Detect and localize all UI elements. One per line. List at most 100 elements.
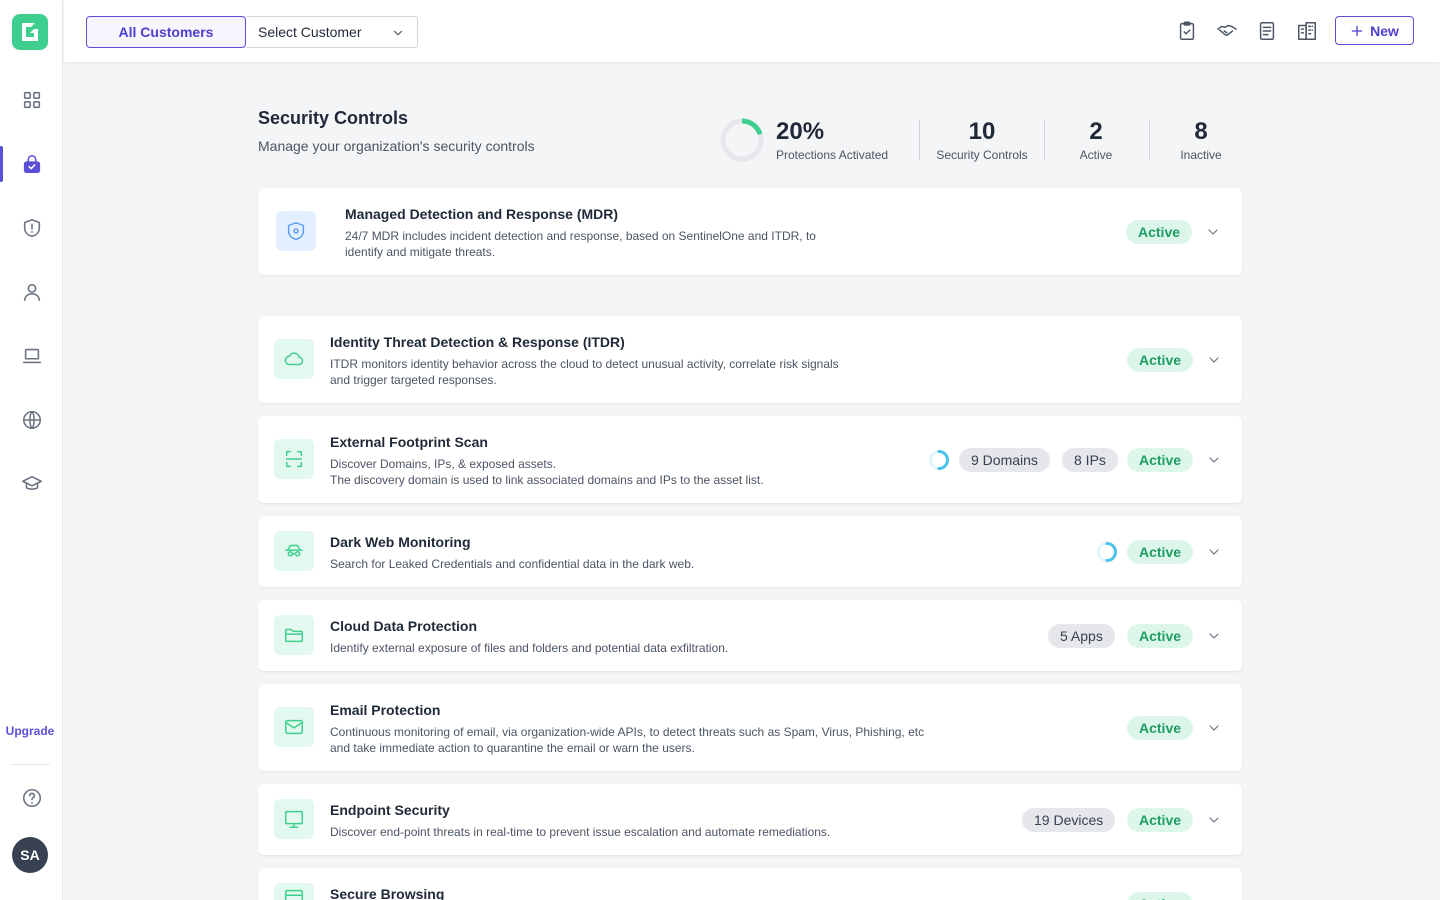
user-icon: [23, 283, 40, 302]
globe-icon: [22, 410, 41, 430]
control-title: External Footprint Scan: [330, 434, 488, 450]
chevron-down-icon: [1208, 229, 1218, 235]
stat-inactive-value: 8: [1194, 118, 1208, 145]
help-button[interactable]: [0, 776, 63, 820]
expand-button[interactable]: [1203, 625, 1225, 647]
expand-button[interactable]: [1203, 809, 1225, 831]
control-card-secure-browsing[interactable]: Secure Browsing Active: [258, 868, 1242, 900]
chevron-down-icon: [1209, 633, 1219, 639]
expand-button[interactable]: [1203, 449, 1225, 471]
page-title: Security Controls: [258, 108, 409, 128]
sidebar-item-dashboard[interactable]: [0, 78, 63, 122]
stat-controls-value: 10: [968, 118, 996, 145]
control-title: Endpoint Security: [330, 802, 450, 818]
chevron-down-icon: [1209, 549, 1219, 555]
domains-chip[interactable]: 9 Domains: [959, 448, 1050, 472]
stat-divider: [1149, 120, 1150, 160]
status-badge: Active: [1127, 348, 1194, 372]
select-customer-label: Select Customer: [258, 24, 362, 40]
grid-icon: [23, 91, 40, 109]
plus-icon: [1351, 25, 1363, 36]
new-button-label: New: [1370, 22, 1399, 39]
stat-inactive: 8 Inactive: [1165, 118, 1237, 162]
document-icon: [1259, 22, 1275, 40]
apps-chip[interactable]: 5 Apps: [1048, 624, 1115, 648]
chevron-down-icon: [393, 30, 403, 36]
control-description: identify and mitigate threats.: [345, 245, 496, 259]
control-card-dark-web[interactable]: Dark Web Monitoring Search for Leaked Cr…: [258, 516, 1242, 587]
control-description: Continuous monitoring of email, via orga…: [330, 725, 925, 739]
stat-divider: [1044, 120, 1045, 160]
sidebar-item-domains[interactable]: [0, 398, 63, 442]
control-card-itdr[interactable]: Identity Threat Detection & Response (IT…: [258, 316, 1242, 403]
sidebar-item-security-controls[interactable]: [0, 142, 63, 186]
top-bar: All Customers Select Customer New: [64, 0, 1440, 63]
stat-active: 2 Active: [1060, 118, 1132, 162]
avatar[interactable]: SA: [12, 837, 48, 873]
buildings-icon: [1298, 22, 1316, 40]
devices-chip[interactable]: 19 Devices: [1022, 808, 1116, 832]
graduation-cap-icon: [21, 475, 42, 490]
status-badge: Active: [1127, 624, 1194, 648]
chevron-down-icon: [1209, 725, 1219, 731]
mail-icon: [274, 707, 314, 747]
chevron-down-icon: [1209, 817, 1219, 823]
folder-icon: [274, 615, 314, 655]
stat-inactive-label: Inactive: [1180, 148, 1222, 162]
expand-button[interactable]: [1203, 541, 1225, 563]
control-card-cloud-data[interactable]: Cloud Data Protection Identify external …: [258, 600, 1242, 671]
control-title: Dark Web Monitoring: [330, 534, 471, 550]
control-title: Managed Detection and Response (MDR): [345, 206, 619, 222]
tasks-button[interactable]: [1174, 18, 1200, 44]
stat-protections-value: 20%: [776, 118, 825, 145]
expand-button[interactable]: [1203, 717, 1225, 739]
control-description: and trigger targeted responses.: [330, 373, 497, 387]
help-circle-icon: [22, 788, 41, 808]
control-card-email[interactable]: Email Protection Continuous monitoring o…: [258, 684, 1242, 771]
shield-gear-icon: [276, 211, 316, 251]
sidebar-item-users[interactable]: [0, 270, 63, 314]
loading-spinner-icon: [1097, 542, 1117, 562]
upgrade-link[interactable]: Upgrade: [0, 724, 60, 738]
control-description: Discover end-point threats in real-time …: [330, 825, 831, 839]
lock-icon: [23, 154, 40, 174]
loading-spinner-icon: [929, 450, 949, 470]
sidebar-item-threats[interactable]: [0, 206, 63, 250]
sidebar-item-devices[interactable]: [0, 334, 63, 378]
scan-icon: [274, 439, 314, 479]
status-badge: Active: [1127, 716, 1194, 740]
browser-icon: [274, 883, 314, 900]
control-card-external-footprint[interactable]: External Footprint Scan Discover Domains…: [258, 416, 1242, 503]
all-customers-button[interactable]: All Customers: [86, 16, 246, 48]
select-customer-dropdown[interactable]: Select Customer: [246, 16, 418, 48]
new-button[interactable]: New: [1335, 16, 1414, 45]
control-description: Identify external exposure of files and …: [330, 641, 729, 655]
control-card-mdr[interactable]: Managed Detection and Response (MDR) 24/…: [258, 188, 1242, 275]
shield-alert-icon: [23, 218, 40, 238]
expand-button[interactable]: [1202, 221, 1224, 243]
organizations-button[interactable]: [1294, 18, 1320, 44]
stat-controls-label: Security Controls: [936, 148, 1028, 162]
sidebar-item-training[interactable]: [0, 462, 63, 506]
control-description: The discovery domain is used to link ass…: [330, 473, 764, 487]
reports-button[interactable]: [1254, 18, 1280, 44]
control-description: ITDR monitors identity behavior across t…: [330, 357, 839, 371]
protections-donut: [720, 118, 764, 162]
status-badge: Active: [1127, 540, 1194, 564]
page-subtitle: Manage your organization's security cont…: [258, 138, 535, 154]
sidebar-divider: [10, 764, 50, 765]
expand-button[interactable]: [1203, 349, 1225, 371]
stat-active-label: Active: [1079, 148, 1113, 162]
control-description: Discover Domains, IPs, & exposed assets.: [330, 457, 557, 471]
cloud-icon: [274, 339, 314, 379]
ips-chip[interactable]: 8 IPs: [1062, 448, 1118, 472]
control-card-endpoint[interactable]: Endpoint Security Discover end-point thr…: [258, 784, 1242, 855]
chevron-down-icon: [1209, 457, 1219, 463]
control-title: Secure Browsing: [330, 886, 445, 900]
stat-controls: 10 Security Controls: [926, 118, 1038, 162]
status-badge: Active: [1127, 808, 1194, 832]
brand-logo-icon[interactable]: [12, 14, 48, 50]
partners-button[interactable]: [1214, 18, 1240, 44]
stat-active-value: 2: [1089, 118, 1103, 145]
status-badge: Active: [1127, 448, 1194, 472]
